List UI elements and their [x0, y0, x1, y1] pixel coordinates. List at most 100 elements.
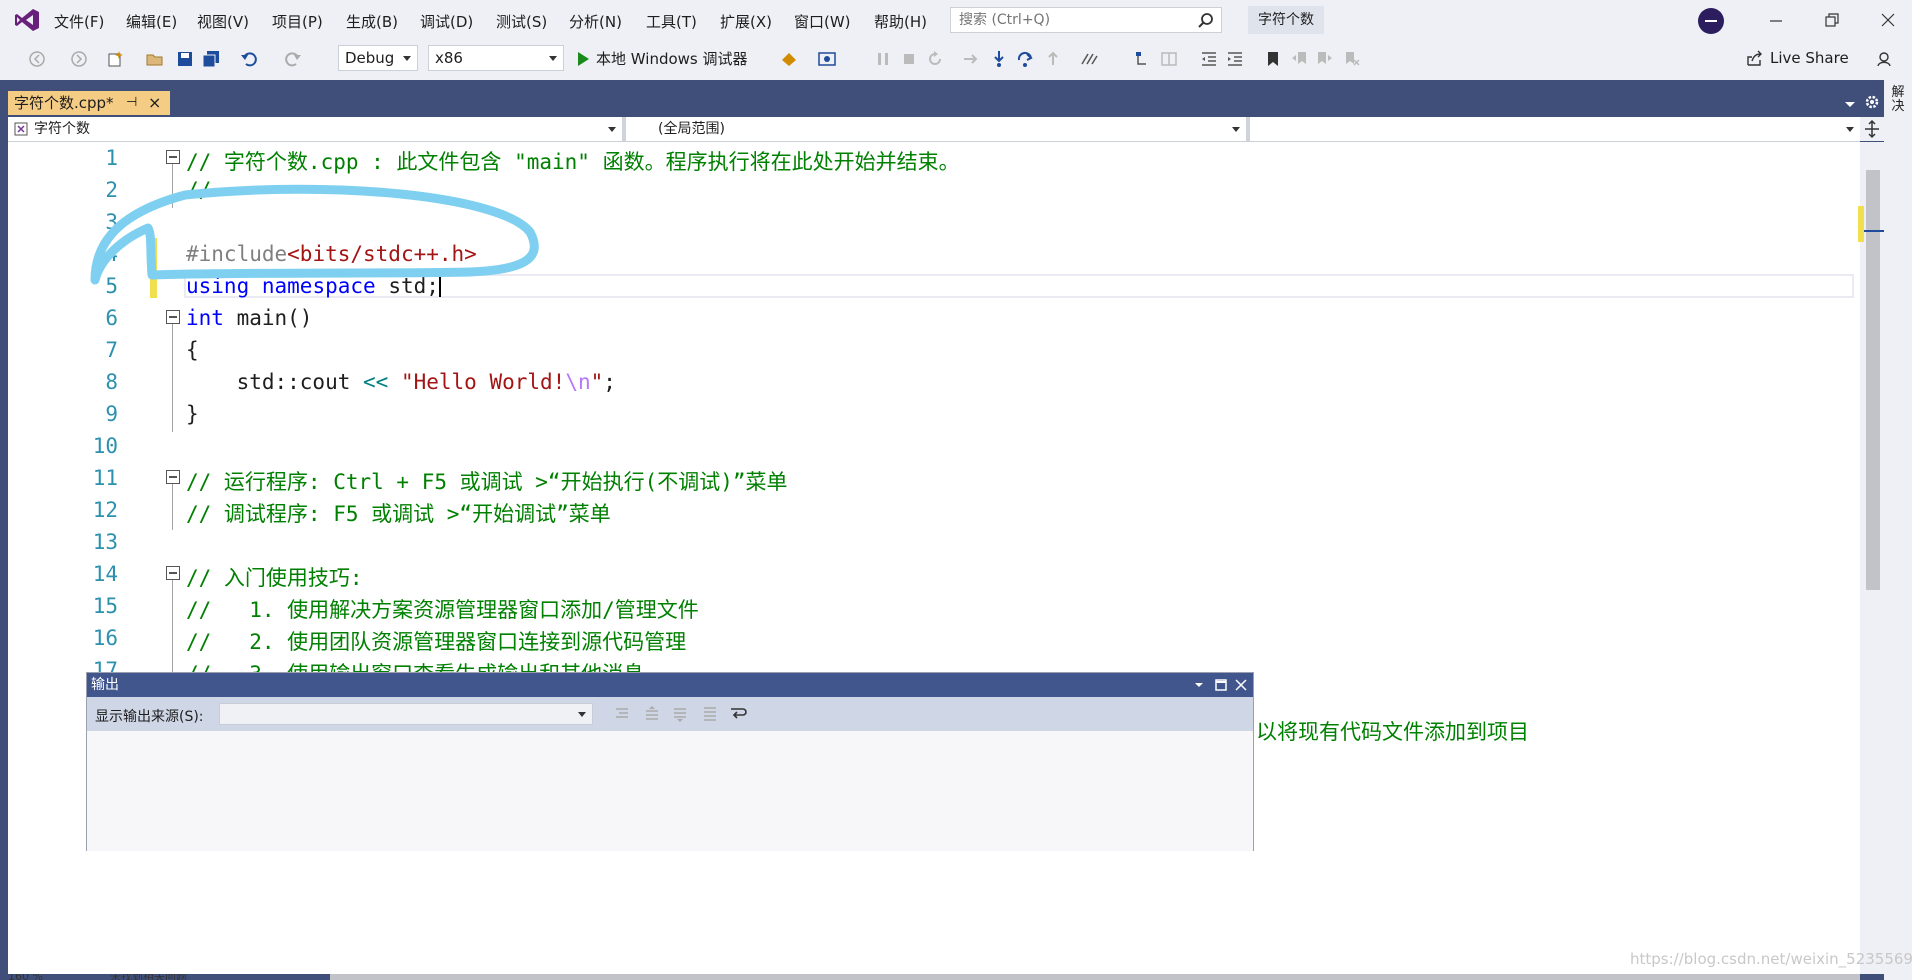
next-message-icon[interactable] — [671, 705, 689, 723]
step-into-icon[interactable] — [990, 50, 1008, 68]
line-number: 14 — [92, 562, 118, 586]
menu-window[interactable]: 窗口(W) — [794, 11, 851, 32]
member-dropdown[interactable] — [1250, 117, 1860, 141]
step-out-icon[interactable] — [1044, 50, 1062, 68]
bookmark-icon[interactable] — [1264, 50, 1282, 68]
outdent-icon[interactable] — [1200, 50, 1218, 68]
navigate-forward-icon[interactable] — [70, 50, 88, 68]
menu-tools[interactable]: 工具(T) — [646, 11, 697, 32]
previous-bookmark-icon[interactable] — [1290, 50, 1308, 68]
horizontal-scrollbar[interactable] — [330, 974, 1860, 980]
pin-icon[interactable]: ⊣ — [126, 91, 137, 115]
breakpoints-icon[interactable] — [1080, 50, 1098, 68]
output-title-bar[interactable]: 输出 — [87, 673, 1253, 697]
settings-gear-icon[interactable] — [1864, 94, 1880, 110]
redo-icon[interactable] — [284, 50, 302, 68]
chevron-down-icon — [1846, 127, 1854, 132]
tab-list-dropdown-icon[interactable] — [1842, 96, 1858, 110]
menu-edit[interactable]: 编辑(E) — [126, 11, 177, 32]
new-project-icon[interactable] — [106, 50, 124, 68]
chevron-down-icon — [578, 712, 586, 717]
line-number: 8 — [105, 370, 118, 394]
visual-studio-logo-icon[interactable] — [14, 8, 40, 32]
split-editor-button[interactable] — [1860, 117, 1884, 141]
clear-all-icon[interactable] — [701, 705, 719, 723]
show-next-statement-icon[interactable] — [962, 50, 980, 68]
collapse-toggle[interactable] — [166, 470, 180, 484]
collapse-toggle[interactable] — [166, 566, 180, 580]
output-source-select[interactable] — [219, 703, 593, 725]
live-share-button[interactable]: Live Share — [1746, 49, 1849, 67]
close-icon[interactable] — [1878, 10, 1898, 30]
menu-file[interactable]: 文件(F) — [54, 11, 104, 32]
account-avatar[interactable] — [1698, 8, 1724, 34]
toggle-word-wrap-icon[interactable] — [729, 705, 747, 723]
project-dropdown[interactable]: 字符个数 — [8, 117, 622, 141]
outline-guide — [172, 324, 173, 432]
document-tab[interactable]: 字符个数.cpp* ⊣ × — [8, 91, 170, 115]
configuration-select[interactable]: Debug — [338, 45, 418, 71]
restart-icon[interactable] — [926, 50, 944, 68]
line-number: 16 — [92, 626, 118, 650]
step-over-icon[interactable] — [1016, 50, 1034, 68]
collapse-toggle[interactable] — [166, 150, 180, 164]
stop-icon[interactable] — [900, 50, 918, 68]
save-all-icon[interactable] — [202, 50, 220, 68]
minimize-icon[interactable] — [1766, 10, 1786, 30]
code-line-18-tail: 以将现有代码文件添加到项目 — [1256, 720, 1529, 744]
start-debugging-button[interactable]: 本地 Windows 调试器 — [574, 48, 748, 70]
output-toolbar: 显示输出来源(S): — [87, 697, 1253, 731]
scrollbar-change-marker — [1858, 206, 1864, 242]
search-icon[interactable] — [1197, 12, 1215, 30]
side-tool-strip — [1884, 80, 1912, 980]
restore-icon[interactable] — [1822, 10, 1842, 30]
platform-select[interactable]: x86 — [428, 45, 564, 71]
close-tab-icon[interactable]: × — [148, 91, 161, 115]
feedback-icon[interactable] — [1876, 50, 1894, 68]
menu-extensions[interactable]: 扩展(X) — [720, 11, 772, 32]
split-view-icon[interactable] — [1160, 50, 1178, 68]
previous-message-icon[interactable] — [643, 705, 661, 723]
browser-link-icon[interactable] — [818, 50, 836, 68]
menu-test[interactable]: 测试(S) — [496, 11, 547, 32]
scope-dropdown[interactable]: (全局范围) — [626, 117, 1246, 141]
clear-bookmarks-icon[interactable] — [1342, 50, 1360, 68]
collapse-toggle[interactable] — [166, 310, 180, 324]
save-icon[interactable] — [176, 50, 194, 68]
chevron-down-icon — [1232, 127, 1240, 132]
hot-reload-icon[interactable] — [780, 50, 798, 68]
pause-icon[interactable] — [874, 50, 892, 68]
find-message-icon[interactable] — [613, 705, 631, 723]
next-bookmark-icon[interactable] — [1316, 50, 1334, 68]
platform-value: x86 — [435, 49, 463, 67]
close-panel-icon[interactable] — [1235, 679, 1247, 691]
navigate-back-icon[interactable] — [28, 50, 46, 68]
open-file-icon[interactable] — [146, 50, 164, 68]
search-box[interactable] — [950, 7, 1222, 33]
window-position-dropdown-icon[interactable] — [1193, 679, 1205, 691]
tree-view-icon[interactable] — [1134, 50, 1152, 68]
menu-help[interactable]: 帮助(H) — [874, 11, 927, 32]
vertical-scrollbar-thumb[interactable] — [1866, 170, 1880, 590]
menu-project[interactable]: 项目(P) — [272, 11, 323, 32]
issues-status[interactable]: 未找到相关问题 — [110, 974, 187, 980]
line-number: 12 — [92, 498, 118, 522]
indent-icon[interactable] — [1226, 50, 1244, 68]
undo-icon[interactable] — [240, 50, 258, 68]
namespace-std: std; — [388, 274, 439, 298]
output-text-area[interactable] — [87, 731, 1253, 851]
text-caret — [438, 275, 441, 297]
escape-sequence: \n — [565, 370, 591, 394]
cout-call: std::cout — [186, 370, 364, 394]
line-number: 15 — [92, 594, 118, 618]
maximize-icon[interactable] — [1215, 679, 1227, 691]
line-number: 10 — [92, 434, 118, 458]
search-input[interactable] — [959, 12, 1189, 28]
keyword-using: using — [186, 274, 250, 298]
menu-build[interactable]: 生成(B) — [346, 11, 398, 32]
solution-explorer-tab[interactable]: 解决 — [1888, 86, 1908, 114]
menu-analyze[interactable]: 分析(N) — [569, 11, 622, 32]
zoom-level[interactable]: 160 % — [8, 974, 78, 980]
menu-debug[interactable]: 调试(D) — [420, 11, 473, 32]
menu-view[interactable]: 视图(V) — [197, 11, 249, 32]
